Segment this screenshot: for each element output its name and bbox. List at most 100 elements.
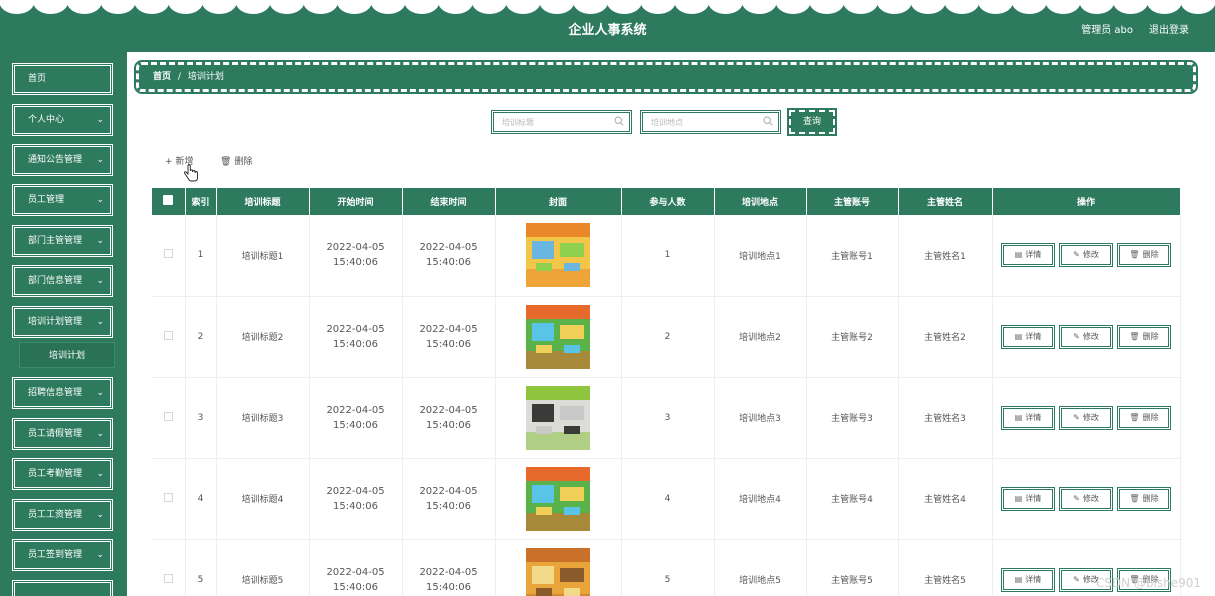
trash-icon: 🗑 [220, 157, 232, 167]
detail-button[interactable]: ▤ 详情 [1001, 567, 1055, 592]
sidebar-item-1[interactable]: 个人中心 ⌄ [12, 104, 113, 136]
cell-end-time: 2022-04-05 15:40:06 [402, 377, 496, 459]
edit-label: 修改 [1082, 331, 1099, 341]
cell-title: 培训标题3 [216, 377, 310, 459]
sidebar-item-8[interactable]: 员工请假管理 ⌄ [12, 418, 113, 450]
edit-label: 修改 [1082, 493, 1099, 503]
header-location: 培训地点 [714, 188, 807, 215]
delete-label: 删除 [1142, 412, 1159, 422]
header-actions: 操作 [992, 188, 1181, 215]
sidebar-item-cropped[interactable] [12, 580, 113, 596]
cell-title: 培训标题2 [216, 296, 310, 378]
row-select-cell [152, 539, 186, 596]
cell-end-time: 2022-04-05 15:40:06 [402, 296, 496, 378]
query-button[interactable]: 查询 [787, 108, 837, 136]
cell-cover [495, 377, 622, 459]
delete-label: 删除 [234, 157, 253, 167]
watermark: CSDN @bishe901 [1095, 576, 1201, 590]
row-select-cell [152, 215, 186, 297]
detail-label: 详情 [1025, 574, 1042, 584]
sidebar-item-6[interactable]: 培训计划管理 ⌄ [12, 306, 113, 338]
detail-button[interactable]: ▤ 详情 [1001, 486, 1055, 511]
app-title: 企业人事系统 [568, 23, 647, 38]
logout-link[interactable]: 退出登录 [1149, 21, 1189, 36]
sidebar-item-label: 通知公告管理 [28, 155, 83, 165]
detail-button[interactable]: ▤ 详情 [1001, 324, 1055, 349]
sidebar-item-0[interactable]: 首页 [12, 63, 113, 95]
pencil-icon: ✎ [1073, 493, 1080, 503]
delete-button[interactable]: 🗑 删除 [1117, 324, 1171, 349]
cell-start-time: 2022-04-05 15:40:06 [309, 539, 403, 596]
document-icon: ▤ [1014, 412, 1023, 422]
batch-delete-button[interactable]: 🗑 删除 [220, 154, 252, 167]
sidebar-item-10[interactable]: 员工工资管理 ⌄ [12, 499, 113, 531]
row-checkbox[interactable] [163, 492, 173, 502]
cell-manager-name: 主管姓名4 [898, 458, 993, 540]
breadcrumb-home[interactable]: 首页 [153, 72, 171, 82]
row-checkbox[interactable] [163, 411, 173, 421]
select-all-header [152, 188, 186, 215]
title-search-box [491, 110, 632, 134]
document-icon: ▤ [1014, 331, 1023, 341]
sidebar-item-label: 首页 [28, 74, 47, 84]
delete-button[interactable]: 🗑 删除 [1117, 486, 1171, 511]
sidebar-item-label: 员工考勤管理 [28, 469, 83, 479]
delete-label: 删除 [1142, 493, 1159, 503]
sidebar-item-label: 招聘信息管理 [28, 388, 83, 398]
sidebar-item-5[interactable]: 部门信息管理 ⌄ [12, 265, 113, 297]
delete-button[interactable]: 🗑 删除 [1117, 243, 1171, 268]
select-all-checkbox[interactable] [163, 195, 174, 205]
cell-manager-account: 主管账号1 [806, 215, 899, 297]
chevron-down-icon: ⌄ [96, 510, 104, 520]
delete-button[interactable]: 🗑 删除 [1117, 405, 1171, 430]
cover-image [526, 223, 590, 288]
location-search-input[interactable] [643, 114, 753, 130]
cell-actions: ▤ 详情 ✎ 修改 🗑 删除 [992, 377, 1181, 459]
sidebar-subitem-training-plan[interactable]: 培训计划 [19, 342, 115, 368]
cell-participants: 3 [621, 377, 715, 459]
sidebar-item-2[interactable]: 通知公告管理 ⌄ [12, 144, 113, 176]
cell-end-time: 2022-04-05 15:40:06 [402, 539, 496, 596]
chevron-down-icon: ⌄ [96, 195, 104, 205]
sidebar-item-3[interactable]: 员工管理 ⌄ [12, 184, 113, 216]
cell-location: 培训地点5 [714, 539, 807, 596]
cell-cover [495, 458, 622, 540]
sidebar-item-7[interactable]: 招聘信息管理 ⌄ [12, 377, 113, 409]
table-row: 2 培训标题2 2022-04-05 15:40:06 2022-04-05 15:4… [152, 296, 1181, 378]
row-checkbox[interactable] [163, 249, 173, 259]
cell-start-time: 2022-04-05 15:40:06 [309, 215, 403, 297]
breadcrumb: 首页 / 培训计划 [134, 60, 1198, 94]
chevron-down-icon: ⌄ [96, 388, 104, 398]
chevron-down-icon: ⌄ [96, 550, 104, 560]
cover-image [526, 547, 590, 596]
sidebar-item-9[interactable]: 员工考勤管理 ⌄ [12, 458, 113, 490]
trash-icon: 🗑 [1129, 250, 1140, 260]
cell-manager-account: 主管账号3 [806, 377, 899, 459]
title-search-input[interactable] [494, 114, 604, 130]
table-header-row: 索引 培训标题 开始时间 结束时间 封面 参与人数 培训地点 主管账号 主管姓名… [152, 188, 1181, 215]
cell-start-time: 2022-04-05 15:40:06 [309, 458, 403, 540]
chevron-down-icon: ⌄ [96, 469, 104, 479]
scallop-border [0, 0, 1215, 14]
edit-button[interactable]: ✎ 修改 [1059, 486, 1113, 511]
detail-button[interactable]: ▤ 详情 [1001, 405, 1055, 430]
edit-button[interactable]: ✎ 修改 [1059, 243, 1113, 268]
cell-location: 培训地点3 [714, 377, 807, 459]
top-header: 企业人事系统 管理员 abo 退出登录 [0, 0, 1215, 52]
trash-icon: 🗑 [1129, 331, 1140, 341]
cover-image [526, 466, 590, 531]
sidebar-item-4[interactable]: 部门主管管理 ⌄ [12, 225, 113, 257]
edit-button[interactable]: ✎ 修改 [1059, 324, 1113, 349]
row-checkbox[interactable] [163, 573, 173, 583]
cell-title: 培训标题4 [216, 458, 310, 540]
document-icon: ▤ [1014, 493, 1023, 503]
header-title: 培训标题 [216, 188, 310, 215]
cell-cover [495, 296, 622, 378]
sidebar-item-label: 员工管理 [28, 195, 65, 205]
edit-button[interactable]: ✎ 修改 [1059, 405, 1113, 430]
admin-label: 管理员 abo [1081, 25, 1133, 36]
detail-button[interactable]: ▤ 详情 [1001, 243, 1055, 268]
row-checkbox[interactable] [163, 330, 173, 340]
table-row: 4 培训标题4 2022-04-05 15:40:06 2022-04-05 15:4… [152, 458, 1181, 540]
sidebar-item-11[interactable]: 员工签到管理 ⌄ [12, 539, 113, 571]
